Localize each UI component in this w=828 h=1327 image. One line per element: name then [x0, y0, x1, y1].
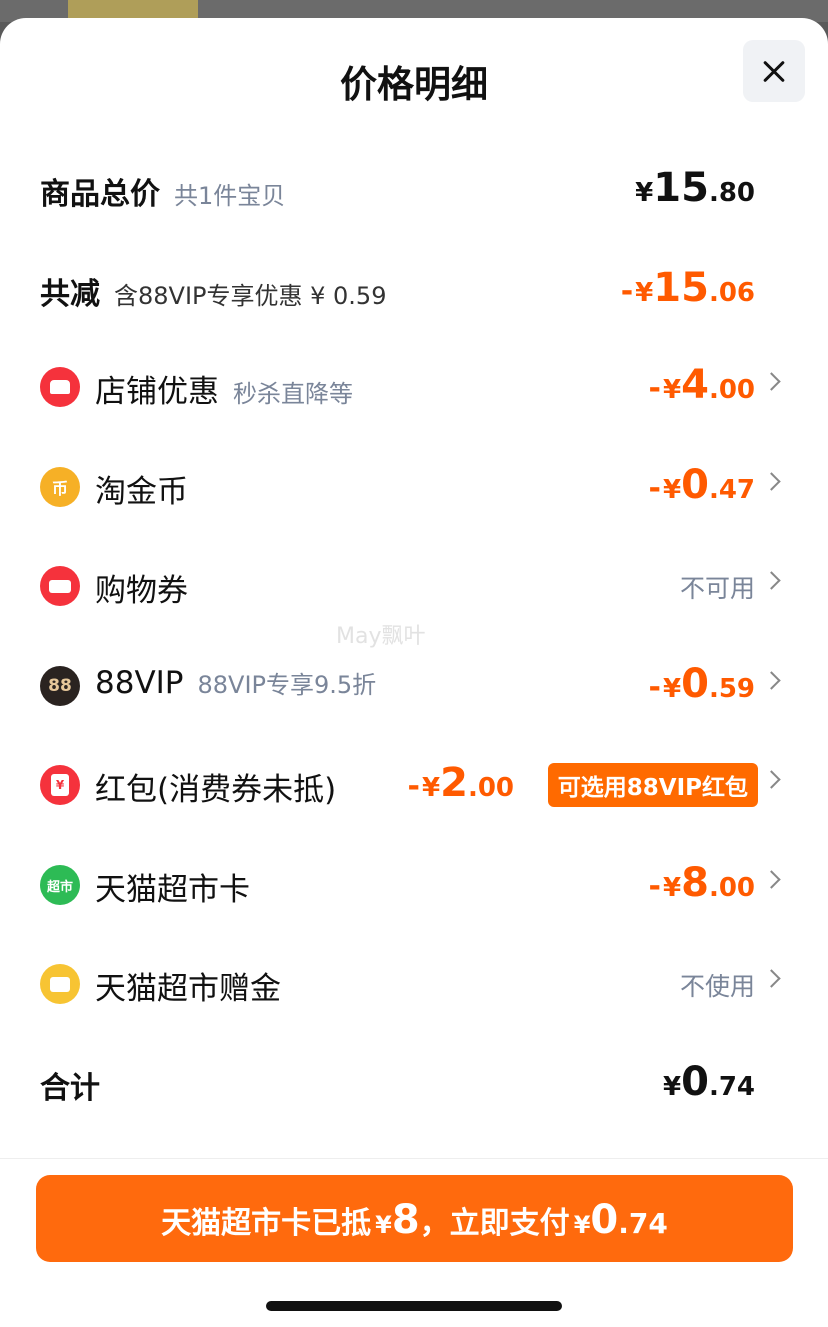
chevron-right-icon	[762, 472, 781, 491]
gift-money-label: 天猫超市赠金	[95, 971, 281, 1007]
subtotal-row: 商品总价 共1件宝贝 ¥15.80	[0, 159, 828, 219]
shop-discount-label: 店铺优惠	[95, 374, 219, 410]
discount-total-label: 共减	[40, 277, 100, 312]
shopping-voucher-row[interactable]: 购物券 不可用	[0, 555, 828, 615]
chevron-right-icon	[762, 571, 781, 590]
shopping-voucher-status: 不可用	[679, 574, 755, 603]
discount-total-row: 共减 含88VIP专享优惠 ¥ 0.59 - ¥15.06	[0, 259, 828, 319]
gift-money-icon	[40, 964, 80, 1004]
shop-discount-price: - ¥4.00	[648, 362, 755, 408]
discount-total-price: - ¥15.06	[620, 265, 755, 311]
ticket-icon	[40, 566, 80, 606]
red-packet-price: - ¥2.00	[407, 760, 514, 806]
vip-row[interactable]: 88 88VIP 88VIP专享9.5折 - ¥0.59	[0, 655, 828, 715]
taojinbi-row[interactable]: 币 淘金币 - ¥0.47	[0, 456, 828, 516]
chevron-right-icon	[762, 671, 781, 690]
chevron-right-icon	[762, 969, 781, 988]
close-button[interactable]	[743, 40, 805, 102]
backdrop-product-image	[68, 0, 198, 18]
taojinbi-label: 淘金币	[95, 474, 188, 510]
chevron-right-icon	[762, 770, 781, 789]
supermarket-card-price: - ¥8.00	[648, 860, 755, 906]
subtotal-label: 商品总价	[40, 177, 160, 212]
total-label: 合计	[40, 1071, 100, 1106]
supermarket-card-label: 天猫超市卡	[95, 872, 250, 908]
chevron-right-icon	[762, 372, 781, 391]
subtotal-price: ¥15.80	[635, 165, 755, 211]
taojinbi-price: - ¥0.47	[648, 462, 755, 508]
coin-icon: 币	[40, 467, 80, 507]
chevron-right-icon	[762, 870, 781, 889]
vip-88-icon: 88	[40, 666, 80, 706]
total-price: ¥0.74	[663, 1059, 755, 1105]
vip-red-packet-badge[interactable]: 可选用88VIP红包	[547, 763, 758, 807]
supermarket-card-row[interactable]: 超市 天猫超市卡 - ¥8.00	[0, 854, 828, 914]
vip-price: - ¥0.59	[648, 661, 755, 707]
vip-note: 88VIP专享9.5折	[197, 671, 377, 699]
red-packet-label: 红包(消费券未抵)	[95, 772, 337, 808]
discount-total-note: 含88VIP专享优惠 ¥ 0.59	[114, 282, 387, 310]
gift-money-status: 不使用	[679, 972, 755, 1001]
pay-button[interactable]: 天猫超市卡已抵 ¥8 ，立即支付 ¥0.74	[36, 1175, 793, 1262]
red-packet-icon: ¥	[40, 765, 80, 805]
vip-label: 88VIP	[95, 665, 184, 701]
shop-discount-row[interactable]: 店铺优惠 秒杀直降等 - ¥4.00	[0, 356, 828, 416]
watermark: May飘叶	[336, 624, 426, 649]
subtotal-note: 共1件宝贝	[174, 182, 286, 210]
shop-discount-note: 秒杀直降等	[233, 380, 353, 408]
shopping-voucher-label: 购物券	[95, 573, 188, 609]
gift-money-row[interactable]: 天猫超市赠金 不使用	[0, 953, 828, 1013]
home-indicator	[266, 1301, 562, 1311]
page-title: 价格明细	[340, 63, 488, 106]
tmall-supermarket-icon: 超市	[40, 865, 80, 905]
total-row: 合计 ¥0.74	[0, 1053, 828, 1113]
red-packet-row[interactable]: ¥ 红包(消费券未抵) - ¥2.00 可选用88VIP红包	[0, 754, 828, 814]
divider	[0, 1158, 828, 1159]
store-icon	[40, 367, 80, 407]
price-detail-sheet: 价格明细 商品总价 共1件宝贝 ¥15.80 共减 含88VIP专享优惠 ¥ 0.5…	[0, 18, 828, 1327]
